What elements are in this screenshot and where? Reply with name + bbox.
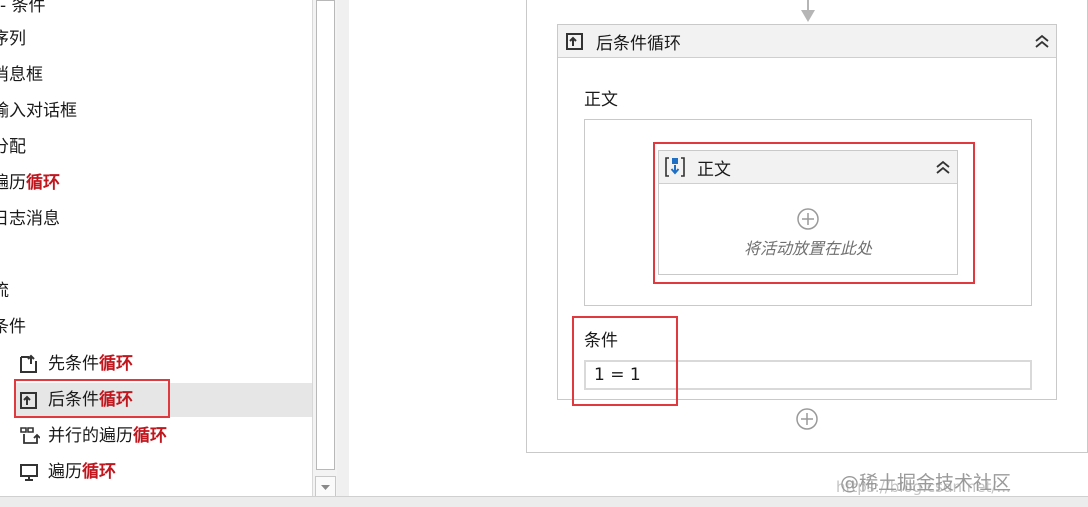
chevron-down-icon — [321, 485, 330, 490]
tree-item-flow[interactable]: 流 — [0, 274, 9, 308]
tree-item-foreach-loop[interactable]: 遍历循环 — [18, 455, 116, 489]
tree-item-foreach[interactable]: 遍历循环 — [0, 166, 60, 200]
tree-item-parallel-foreach[interactable]: 并行的遍历循环 — [18, 419, 167, 453]
scrollbar-thumb[interactable] — [316, 0, 335, 470]
tree-item-pre-condition-loop[interactable]: 先条件循环 — [18, 347, 133, 381]
body-label: 正文 — [584, 90, 618, 110]
tree-item-message-box[interactable]: 消息框 — [0, 58, 43, 92]
activities-panel: - 条件 序列 消息框 输入对话框 分配 遍历循环 日志消息 流 条件 先条件循… — [0, 0, 312, 496]
tree-item-input-dialog[interactable]: 输入对话框 — [0, 94, 77, 128]
annotation-box-body — [653, 142, 975, 284]
pre-condition-loop-icon — [20, 354, 37, 373]
tree-item-condition-top[interactable]: - 条件 — [0, 0, 46, 23]
foreach-icon — [20, 464, 38, 481]
post-condition-loop-icon — [566, 33, 583, 50]
collapse-icon[interactable] — [1034, 33, 1050, 49]
activity-header[interactable]: 后条件循环 — [558, 25, 1056, 58]
scroll-down-button[interactable] — [315, 476, 336, 498]
activity-title: 后条件循环 — [596, 34, 681, 54]
tree-item-sequence[interactable]: 序列 — [0, 22, 26, 56]
toolbox-scrollbar[interactable] — [312, 0, 337, 500]
status-bar — [0, 496, 1088, 507]
annotation-box-toolbox — [14, 379, 170, 418]
tree-item-condition[interactable]: 条件 — [0, 310, 26, 344]
tree-item-log-message[interactable]: 日志消息 — [0, 202, 60, 236]
add-activity-icon[interactable] — [795, 407, 819, 431]
annotation-box-condition — [572, 316, 678, 406]
parallel-foreach-icon — [20, 427, 40, 444]
connector-arrow-icon — [801, 0, 815, 22]
tree-item-assign[interactable]: 分配 — [0, 130, 26, 164]
watermark: @稀土掘金技术社区 — [840, 472, 1012, 494]
